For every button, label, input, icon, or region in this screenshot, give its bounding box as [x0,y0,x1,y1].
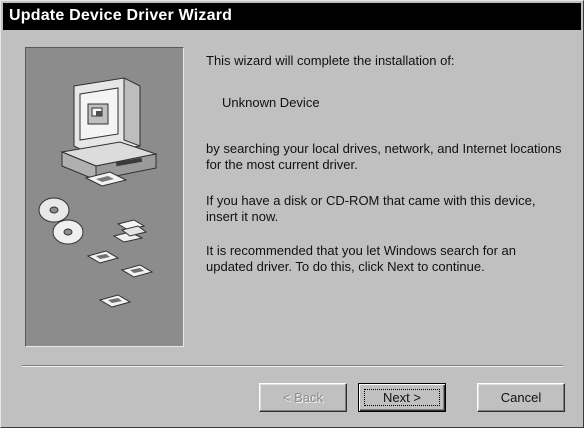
floppy-disks-icon [86,219,154,308]
search-description: by searching your local drives, network,… [206,141,562,172]
disk-instruction: If you have a disk or CD-ROM that came w… [206,193,536,224]
button-separator [22,365,563,367]
intro-text: This wizard will complete the installati… [206,53,455,68]
back-button[interactable]: < Back [259,383,347,412]
cd-rom-icon [38,197,84,245]
device-name: Unknown Device [222,95,320,110]
cancel-button[interactable]: Cancel [477,383,565,412]
wizard-window: Update Device Driver Wizard This wizard … [0,0,584,428]
wizard-illustration-panel [25,47,184,347]
computer-monitor-icon [73,77,141,155]
computer-with-disks-illustration [38,77,158,308]
next-button-label: Next > [383,390,421,405]
title-bar[interactable]: Update Device Driver Wizard [3,3,581,30]
next-button[interactable]: Next > [358,383,446,412]
next-button-focus-ring: Next > [364,389,440,406]
window-title: Update Device Driver Wizard [9,7,233,24]
recommendation-text: It is recommended that you let Windows s… [206,243,516,274]
